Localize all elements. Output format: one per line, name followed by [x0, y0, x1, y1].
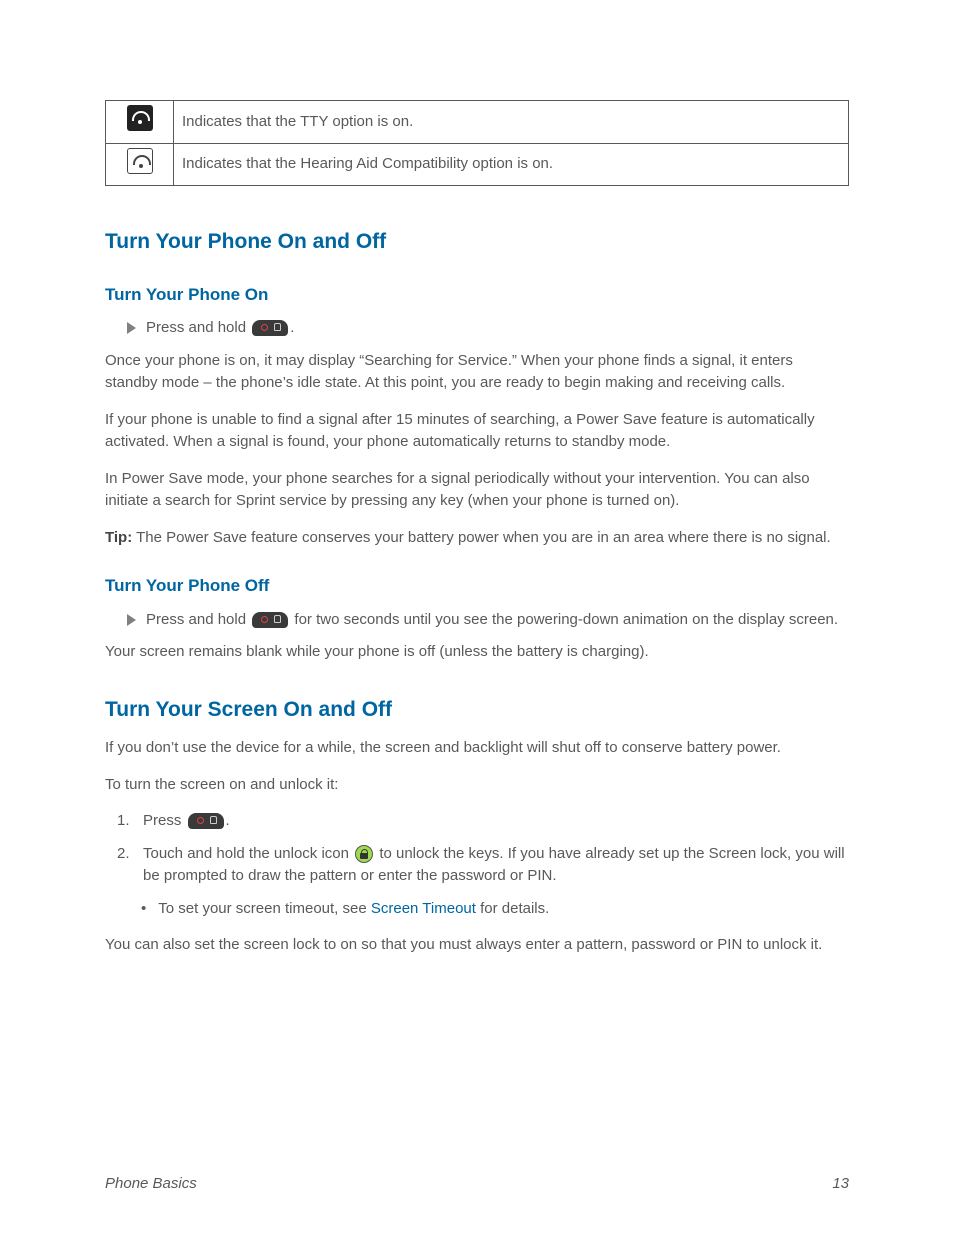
footer-page-number: 13 — [832, 1173, 849, 1196]
step-text: Press and hold for two seconds until you… — [146, 609, 838, 632]
indicator-table: Indicates that the TTY option is on. Ind… — [105, 100, 849, 186]
bullet-item: • To set your screen timeout, see Screen… — [141, 898, 849, 921]
step-2: 2. Touch and hold the unlock icon to unl… — [117, 843, 849, 888]
hac-description: Indicates that the Hearing Aid Compatibi… — [174, 143, 849, 186]
step-text: Press and hold . — [146, 317, 294, 340]
step-1: 1. Press . — [117, 810, 849, 833]
step-turn-on: Press and hold . — [127, 317, 849, 340]
heading-turn-screen-on-off: Turn Your Screen On and Off — [105, 694, 849, 726]
paragraph: Your screen remains blank while your pho… — [105, 641, 849, 664]
power-lock-key-icon — [252, 320, 288, 336]
tty-icon — [127, 105, 153, 131]
page-footer: Phone Basics 13 — [105, 1173, 849, 1196]
bullet-icon: • — [141, 898, 146, 921]
step-text: Touch and hold the unlock icon to unlock… — [143, 843, 849, 888]
step-number: 1. — [117, 810, 131, 833]
table-row: Indicates that the TTY option is on. — [106, 101, 849, 144]
heading-turn-phone-off: Turn Your Phone Off — [105, 573, 849, 599]
paragraph: If you don’t use the device for a while,… — [105, 737, 849, 760]
step-number: 2. — [117, 843, 131, 866]
paragraph: You can also set the screen lock to on s… — [105, 934, 849, 957]
step-tail: . — [290, 319, 294, 336]
heading-turn-phone-on-off: Turn Your Phone On and Off — [105, 226, 849, 258]
paragraph: In Power Save mode, your phone searches … — [105, 468, 849, 513]
paragraph: Once your phone is on, it may display “S… — [105, 350, 849, 395]
triangle-bullet-icon — [127, 614, 136, 626]
table-row: Indicates that the Hearing Aid Compatibi… — [106, 143, 849, 186]
bullet-text: To set your screen timeout, see Screen T… — [158, 898, 549, 921]
link-screen-timeout[interactable]: Screen Timeout — [371, 900, 476, 917]
step-text: Press . — [143, 810, 230, 833]
paragraph: If your phone is unable to find a signal… — [105, 409, 849, 454]
paragraph: To turn the screen on and unlock it: — [105, 774, 849, 797]
tty-icon-cell — [106, 101, 174, 144]
triangle-bullet-icon — [127, 322, 136, 334]
step-label: Press and hold — [146, 319, 246, 336]
unlock-icon — [355, 845, 373, 863]
tip-text: The Power Save feature conserves your ba… — [136, 529, 831, 546]
footer-section-title: Phone Basics — [105, 1173, 197, 1196]
step-turn-off: Press and hold for two seconds until you… — [127, 609, 849, 632]
tip-paragraph: Tip: The Power Save feature conserves yo… — [105, 527, 849, 550]
power-lock-key-icon — [252, 612, 288, 628]
step-before: Press and hold — [146, 611, 250, 628]
hearing-aid-icon — [127, 148, 153, 174]
step-after: for two seconds until you see the poweri… — [290, 611, 838, 628]
hac-icon-cell — [106, 143, 174, 186]
tip-label: Tip: — [105, 529, 132, 546]
tty-description: Indicates that the TTY option is on. — [174, 101, 849, 144]
power-lock-key-icon — [188, 813, 224, 829]
heading-turn-phone-on: Turn Your Phone On — [105, 282, 849, 308]
